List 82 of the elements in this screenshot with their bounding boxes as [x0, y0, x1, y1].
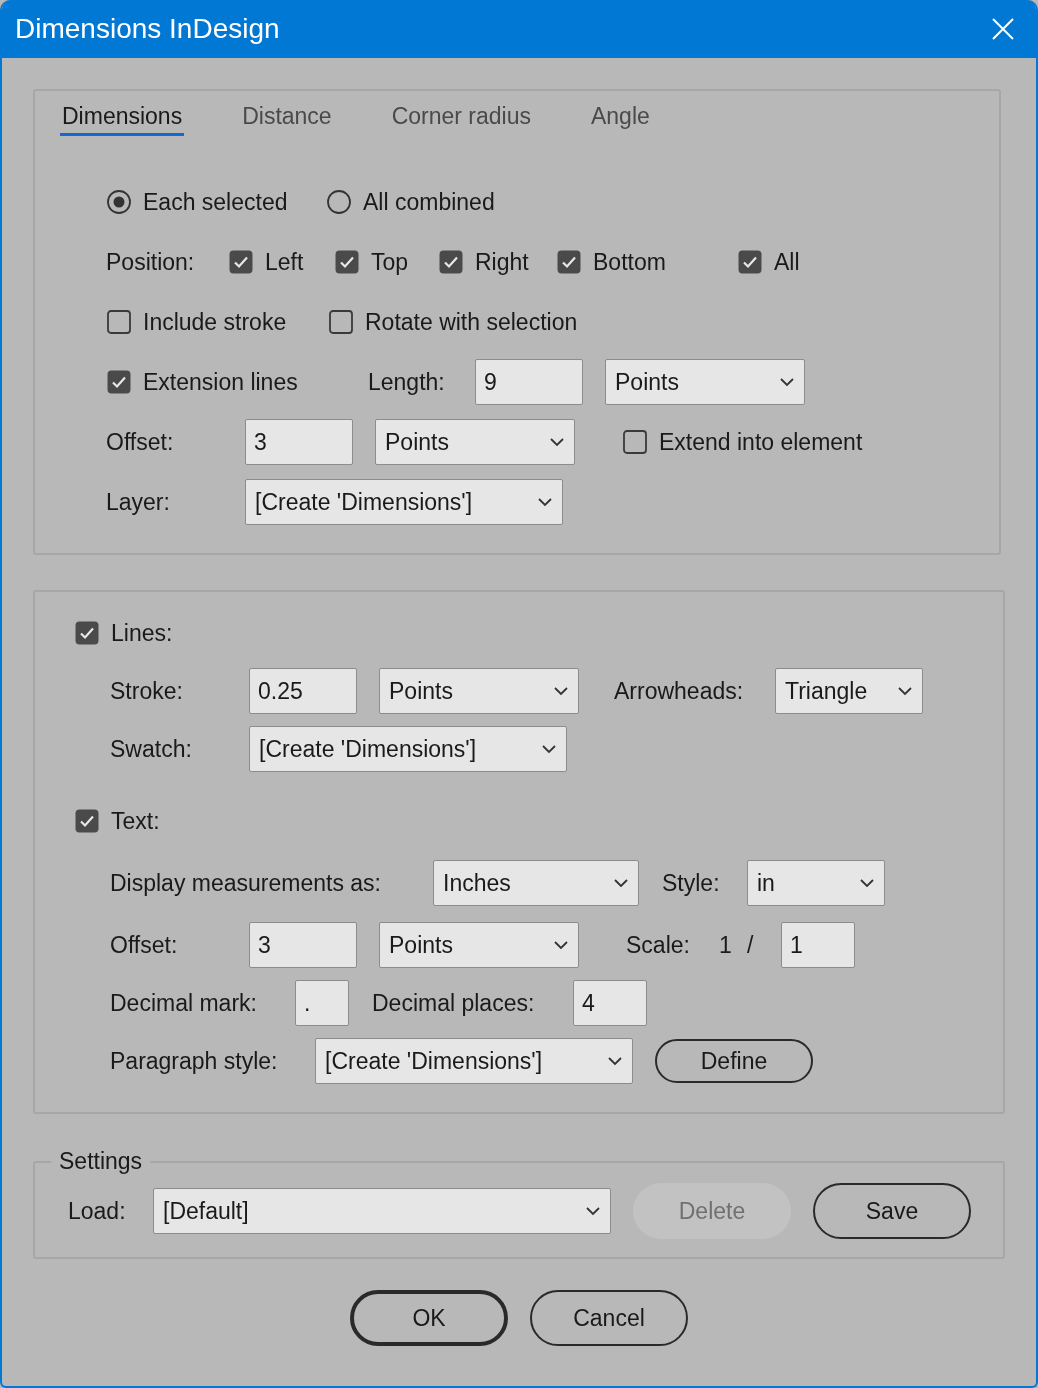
checkbox[interactable] [107, 370, 131, 394]
checkbox-label: Right [475, 247, 529, 277]
chevron-down-icon [898, 686, 912, 696]
radio-label: Each selected [143, 187, 288, 217]
tab[interactable]: Angle [589, 101, 652, 136]
input-field[interactable]: 3 [245, 419, 353, 465]
checkbox[interactable] [439, 250, 463, 274]
dropdown[interactable]: Triangle [775, 668, 923, 714]
field-label: Length: [368, 367, 446, 397]
checkbox[interactable] [75, 809, 99, 833]
field-label: Scale: [626, 930, 691, 960]
checkbox[interactable] [623, 430, 647, 454]
field-label: Offset: [106, 427, 175, 457]
chevron-down-icon [542, 744, 556, 754]
checkbox[interactable] [75, 621, 99, 645]
checkbox-label: Extend into element [659, 427, 863, 457]
button[interactable]: Cancel [530, 1290, 688, 1346]
checkbox-label: Lines: [111, 618, 173, 648]
checkbox[interactable] [557, 250, 581, 274]
dropdown[interactable]: Points [605, 359, 805, 405]
chevron-down-icon [780, 377, 794, 387]
tab[interactable]: Corner radius [389, 101, 533, 136]
close-icon[interactable] [992, 18, 1014, 40]
dropdown[interactable]: [Create 'Dimensions'] [249, 726, 567, 772]
checkbox-label: Rotate with selection [365, 307, 578, 337]
field-label: Layer: [106, 487, 171, 517]
radio-label: All combined [363, 187, 495, 217]
chevron-down-icon [550, 437, 564, 447]
field-label: Arrowheads: [614, 676, 745, 706]
window-title: Dimensions InDesign [15, 12, 280, 46]
button[interactable]: OK [350, 1290, 508, 1346]
dropdown[interactable]: Points [379, 922, 579, 968]
input-field[interactable]: 9 [475, 359, 583, 405]
dropdown[interactable]: [Create 'Dimensions'] [245, 479, 563, 525]
chevron-down-icon [860, 878, 874, 888]
field-label: Swatch: [110, 734, 193, 764]
input-field[interactable]: 3 [249, 922, 357, 968]
checkbox[interactable] [107, 310, 131, 334]
field-label: Load: [68, 1196, 127, 1226]
tab[interactable]: Dimensions [60, 101, 185, 136]
chevron-down-icon [538, 497, 552, 507]
input-field[interactable]: 0.25 [249, 668, 357, 714]
input-field[interactable]: . [295, 980, 349, 1026]
field-label: Display measurements as: [110, 868, 382, 898]
field-label: Paragraph style: [110, 1046, 279, 1076]
checkbox-label: Bottom [593, 247, 666, 277]
dropdown[interactable]: Points [379, 668, 579, 714]
checkbox-label: Top [371, 247, 409, 277]
dropdown[interactable]: Points [375, 419, 575, 465]
scale-numerator: 1 [719, 930, 733, 960]
checkbox-label: Left [265, 247, 304, 277]
chevron-down-icon [614, 878, 628, 888]
field-label: Decimal mark: [110, 988, 258, 1018]
field-label: Stroke: [110, 676, 184, 706]
scale-separator: / [747, 930, 755, 960]
checkbox[interactable] [738, 250, 762, 274]
dropdown[interactable]: [Create 'Dimensions'] [315, 1038, 633, 1084]
checkbox-label: Include stroke [143, 307, 287, 337]
field-label: Offset: [110, 930, 179, 960]
chevron-down-icon [554, 940, 568, 950]
checkbox[interactable] [229, 250, 253, 274]
checkbox[interactable] [335, 250, 359, 274]
field-label: Position: [106, 247, 196, 277]
checkbox[interactable] [329, 310, 353, 334]
checkbox-label: All [774, 247, 800, 277]
input-field[interactable]: 4 [573, 980, 647, 1026]
dropdown[interactable]: Inches [433, 860, 639, 906]
dropdown[interactable]: [Default] [153, 1188, 611, 1234]
define-button[interactable]: Define [655, 1039, 813, 1083]
radio-button[interactable] [107, 190, 131, 214]
field-label: Style: [662, 868, 721, 898]
radio-button[interactable] [327, 190, 351, 214]
button[interactable]: Save [813, 1183, 971, 1239]
checkbox-label: Text: [111, 806, 160, 836]
chevron-down-icon [554, 686, 568, 696]
chevron-down-icon [608, 1056, 622, 1066]
checkbox-label: Extension lines [143, 367, 298, 397]
field-label: Decimal places: [372, 988, 536, 1018]
input-field[interactable]: 1 [781, 922, 855, 968]
chevron-down-icon [586, 1206, 600, 1216]
dropdown[interactable]: in [747, 860, 885, 906]
tab[interactable]: Distance [240, 101, 334, 136]
